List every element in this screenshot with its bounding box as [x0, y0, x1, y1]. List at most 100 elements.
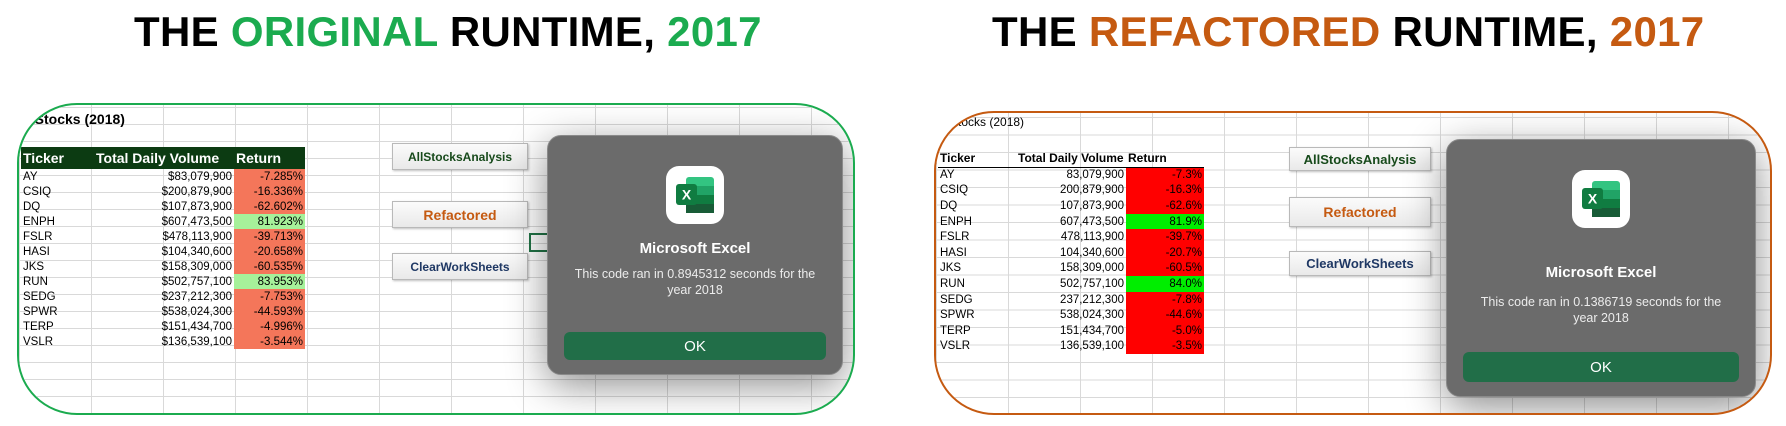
volume-cell[interactable]: 83,079,900	[1016, 167, 1126, 183]
volume-cell[interactable]: $151,434,700	[94, 319, 234, 334]
return-cell[interactable]: -7.285%	[234, 169, 305, 184]
ticker-cell[interactable]: SEDG	[21, 289, 94, 304]
volume-cell[interactable]: $200,879,900	[94, 184, 234, 199]
ticker-cell[interactable]: AY	[21, 169, 94, 184]
volume-cell[interactable]: $237,212,300	[94, 289, 234, 304]
volume-cell[interactable]: 136,539,100	[1016, 339, 1126, 355]
return-cell[interactable]: 84.0%	[1126, 276, 1204, 292]
return-cell[interactable]: 81.9%	[1126, 213, 1204, 230]
return-cell[interactable]: -60.5%	[1126, 260, 1204, 277]
clear-worksheets-button[interactable]: ClearWorkSheets	[392, 253, 528, 280]
ticker-cell[interactable]: ENPH	[21, 214, 94, 229]
ticker-cell[interactable]: CSIQ	[21, 184, 94, 199]
return-cell[interactable]: -44.6%	[1126, 307, 1204, 323]
return-cell[interactable]: -4.996%	[234, 319, 305, 334]
original-runtime-title: THE ORIGINAL RUNTIME, 2017	[134, 8, 762, 56]
return-cell[interactable]: -7.8%	[1126, 291, 1204, 308]
title-accent-word: REFACTORED	[1088, 8, 1381, 55]
excel-alert-dialog: X Microsoft Excel This code ran in 0.138…	[1446, 139, 1756, 397]
ticker-cell[interactable]: SPWR	[938, 307, 1016, 323]
column-header: Return	[1128, 150, 1167, 165]
table-row: JKS $158,309,000 -60.535%	[21, 259, 305, 274]
table-row: CSIQ $200,879,900 -16.336%	[21, 184, 305, 199]
refactored-button[interactable]: Refactored	[392, 201, 528, 228]
return-cell[interactable]: -60.535%	[234, 259, 305, 274]
clear-worksheets-button[interactable]: ClearWorkSheets	[1289, 251, 1431, 276]
volume-cell[interactable]: 538,024,300	[1016, 307, 1126, 323]
volume-cell[interactable]: $478,113,900	[94, 229, 234, 244]
volume-cell[interactable]: $136,539,100	[94, 334, 234, 349]
volume-cell[interactable]: 200,879,900	[1016, 183, 1126, 199]
ok-button[interactable]: OK	[564, 332, 826, 360]
return-cell[interactable]: -5.0%	[1126, 322, 1204, 339]
volume-cell[interactable]: 478,113,900	[1016, 229, 1126, 245]
volume-cell[interactable]: $83,079,900	[94, 169, 234, 184]
volume-cell[interactable]: $104,340,600	[94, 244, 234, 259]
ticker-cell[interactable]: JKS	[938, 261, 1016, 277]
return-cell[interactable]: -7.753%	[234, 289, 305, 304]
ticker-cell[interactable]: RUN	[938, 276, 1016, 292]
ticker-cell[interactable]: VSLR	[21, 334, 94, 349]
table-row: SPWR 538,024,300 -44.6%	[938, 307, 1204, 323]
volume-cell[interactable]: 237,212,300	[1016, 292, 1126, 308]
ticker-cell[interactable]: TERP	[938, 323, 1016, 339]
return-cell[interactable]: 81.923%	[234, 214, 305, 229]
ticker-cell[interactable]: AY	[938, 167, 1016, 183]
volume-cell[interactable]: $538,024,300	[94, 304, 234, 319]
volume-cell[interactable]: 502,757,100	[1016, 276, 1126, 292]
table-row: SPWR $538,024,300 -44.593%	[21, 304, 305, 319]
ticker-cell[interactable]: FSLR	[938, 229, 1016, 245]
table-row: TERP $151,434,700 -4.996%	[21, 319, 305, 334]
refactored-button[interactable]: Refactored	[1289, 197, 1431, 227]
volume-cell[interactable]: $502,757,100	[94, 274, 234, 289]
ticker-cell[interactable]: SPWR	[21, 304, 94, 319]
return-cell[interactable]: -39.713%	[234, 229, 305, 244]
volume-cell[interactable]: $607,473,500	[94, 214, 234, 229]
ticker-cell[interactable]: DQ	[21, 199, 94, 214]
ticker-cell[interactable]: HASI	[938, 245, 1016, 261]
table-row: SEDG 237,212,300 -7.8%	[938, 291, 1204, 308]
svg-text:X: X	[682, 187, 692, 203]
volume-cell[interactable]: 104,340,600	[1016, 245, 1126, 261]
column-header: Ticker	[940, 150, 976, 165]
return-cell[interactable]: 83.953%	[234, 274, 305, 289]
ticker-cell[interactable]: RUN	[21, 274, 94, 289]
return-cell[interactable]: -20.7%	[1126, 244, 1204, 261]
ticker-cell[interactable]: TERP	[21, 319, 94, 334]
original-screenshot-panel: ll Stocks (2018) Ticker Total Daily Volu…	[17, 103, 855, 415]
volume-cell[interactable]: 158,309,000	[1016, 261, 1126, 277]
sheet-title: ll Stocks (2018)	[23, 111, 125, 127]
ticker-cell[interactable]: JKS	[21, 259, 94, 274]
column-header: Total Daily Volume	[1018, 150, 1124, 165]
volume-cell[interactable]: 107,873,900	[1016, 198, 1126, 214]
return-cell[interactable]: -39.7%	[1126, 229, 1204, 245]
return-cell[interactable]: -44.593%	[234, 304, 305, 319]
ticker-cell[interactable]: ENPH	[938, 214, 1016, 230]
dialog-title: Microsoft Excel	[1545, 264, 1657, 281]
all-stocks-analysis-button[interactable]: AllStocksAnalysis	[1289, 147, 1431, 171]
return-cell[interactable]: -62.602%	[234, 199, 305, 214]
title-year: 2017	[1609, 8, 1705, 55]
volume-cell[interactable]: $107,873,900	[94, 199, 234, 214]
ok-button[interactable]: OK	[1463, 352, 1739, 382]
ticker-cell[interactable]: CSIQ	[938, 183, 1016, 199]
return-cell[interactable]: -7.3%	[1126, 167, 1204, 183]
volume-cell[interactable]: 151,434,700	[1016, 323, 1126, 339]
return-cell[interactable]: -62.6%	[1126, 198, 1204, 214]
table-row: CSIQ 200,879,900 -16.3%	[938, 182, 1204, 199]
ticker-cell[interactable]: DQ	[938, 198, 1016, 214]
volume-cell[interactable]: 607,473,500	[1016, 214, 1126, 230]
dialog-message: This code ran in 0.8945312 seconds for t…	[574, 267, 816, 297]
return-cell[interactable]: -16.3%	[1126, 182, 1204, 199]
ticker-cell[interactable]: SEDG	[938, 292, 1016, 308]
return-cell[interactable]: -20.658%	[234, 244, 305, 259]
ticker-cell[interactable]: FSLR	[21, 229, 94, 244]
ticker-cell[interactable]: VSLR	[938, 339, 1016, 355]
return-cell[interactable]: -3.5%	[1126, 338, 1204, 355]
volume-cell[interactable]: $158,309,000	[94, 259, 234, 274]
return-cell[interactable]: -3.544%	[234, 334, 305, 349]
table-row: DQ 107,873,900 -62.6%	[938, 198, 1204, 214]
all-stocks-analysis-button[interactable]: AllStocksAnalysis	[392, 143, 528, 170]
return-cell[interactable]: -16.336%	[234, 184, 305, 199]
ticker-cell[interactable]: HASI	[21, 244, 94, 259]
